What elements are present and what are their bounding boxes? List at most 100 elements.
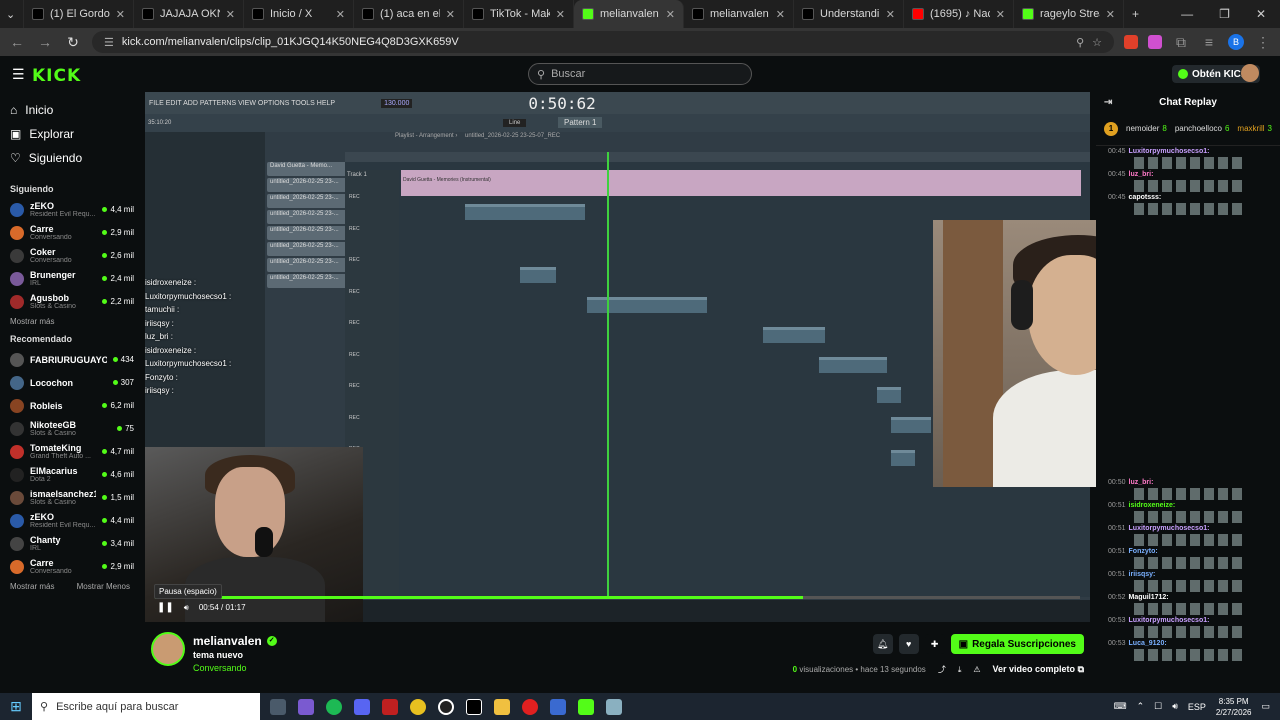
- search-input[interactable]: ⚲ Buscar: [528, 63, 752, 85]
- show-more-following[interactable]: Mostrar más: [0, 313, 140, 330]
- tab-close-icon[interactable]: ✕: [116, 8, 125, 21]
- network-icon[interactable]: ☐: [1154, 701, 1162, 712]
- pause-button[interactable]: ❚❚: [157, 602, 174, 613]
- keyboard-icon[interactable]: ⌨: [1114, 701, 1127, 712]
- channel-item[interactable]: Brunenger IRL 2,4 mil: [0, 267, 140, 290]
- capcut-icon[interactable]: [466, 698, 482, 715]
- chat-username[interactable]: Luxitorpymuchosecso1:: [1129, 525, 1210, 532]
- extension-icon[interactable]: [1124, 35, 1138, 49]
- tab-list-button[interactable]: ⌄: [0, 0, 24, 28]
- volume-icon[interactable]: 🔊︎: [1172, 701, 1178, 712]
- streamer-avatar[interactable]: [151, 632, 185, 666]
- browser-tab[interactable]: JAJAJA OKNO #fy ✕: [134, 0, 244, 28]
- opera-icon[interactable]: [522, 698, 538, 715]
- obs-icon[interactable]: [438, 698, 454, 715]
- chat-username[interactable]: Maguil1712:: [1129, 594, 1169, 601]
- channel-item[interactable]: Robleis 6,2 mil: [0, 394, 140, 417]
- hamburger-menu-icon[interactable]: ☰: [12, 66, 25, 83]
- app-icon[interactable]: [550, 698, 566, 715]
- tab-close-icon[interactable]: ✕: [996, 8, 1005, 21]
- discord-icon[interactable]: [354, 698, 370, 715]
- browser-menu-icon[interactable]: ⋮: [1254, 34, 1272, 51]
- channel-item[interactable]: FABRIURUGUAYO 434: [0, 348, 140, 371]
- windows-search-input[interactable]: ⚲ Escribe aquí para buscar: [32, 693, 260, 720]
- nav-inicio[interactable]: ⌂ Inicio: [0, 98, 140, 122]
- nav-siguiendo[interactable]: ♡ Siguiendo: [0, 146, 140, 170]
- back-icon[interactable]: ←: [8, 34, 26, 50]
- browser-tab[interactable]: melianvalen - ✕: [574, 0, 684, 28]
- chat-username[interactable]: capotsss:: [1129, 194, 1162, 201]
- extensions-puzzle-icon[interactable]: ⧉: [1172, 34, 1190, 51]
- channel-item[interactable]: Carre Conversando 2,9 mil: [0, 555, 140, 578]
- channel-item[interactable]: Agusbob Slots & Casino 2,2 mil: [0, 290, 140, 313]
- browser-tab[interactable]: melianvalen (@m ✕: [684, 0, 794, 28]
- report-icon[interactable]: ⚠: [973, 665, 980, 674]
- channel-item[interactable]: NikoteeGB Slots & Casino 75: [0, 417, 140, 440]
- minimize-icon[interactable]: —: [1181, 7, 1193, 21]
- clock[interactable]: 8:35 PM 2/27/2026: [1216, 696, 1252, 718]
- channel-item[interactable]: Chanty IRL 3,4 mil: [0, 532, 140, 555]
- browser-tab[interactable]: Understanding th ✕: [794, 0, 904, 28]
- channel-item[interactable]: zEKO Resident Evil Requ... 4,4 mil: [0, 509, 140, 532]
- collapse-chat-icon[interactable]: ⇥: [1104, 97, 1112, 108]
- tab-close-icon[interactable]: ✕: [776, 8, 785, 21]
- progress-bar[interactable]: [155, 596, 1080, 599]
- volume-icon[interactable]: 🔊︎: [184, 603, 189, 613]
- gift-icon-button[interactable]: ✚: [924, 634, 945, 654]
- full-video-link[interactable]: Ver video completo ⧉: [993, 664, 1084, 675]
- chat-username[interactable]: isidroxeneize:: [1129, 502, 1176, 509]
- gift-subscriptions-button[interactable]: ▣ Regala Suscripciones: [950, 634, 1084, 654]
- channel-item[interactable]: Coker Conversando 2,6 mil: [0, 244, 140, 267]
- zoom-icon[interactable]: ⚲: [1076, 36, 1084, 49]
- language-indicator[interactable]: ESP: [1188, 702, 1206, 712]
- channel-item[interactable]: Locochon 307: [0, 371, 140, 394]
- browser-tab[interactable]: rageylo Stream - ✕: [1014, 0, 1124, 28]
- tab-close-icon[interactable]: ✕: [1106, 8, 1115, 21]
- chat-username[interactable]: Luxitorpymuchosecso1:: [1129, 148, 1210, 155]
- reload-icon[interactable]: ↻: [64, 34, 82, 51]
- spotify-icon[interactable]: [326, 698, 342, 715]
- chat-username[interactable]: Fonzyto:: [1129, 548, 1158, 555]
- chat-username[interactable]: iriisqsy:: [1129, 571, 1156, 578]
- task-view-icon[interactable]: [270, 698, 286, 715]
- tab-close-icon[interactable]: ✕: [886, 8, 895, 21]
- copilot-icon[interactable]: [298, 698, 314, 715]
- download-icon[interactable]: ⤓: [958, 665, 962, 675]
- browser-tab[interactable]: (1) aca en el labur ✕: [354, 0, 464, 28]
- app-icon[interactable]: [382, 698, 398, 715]
- tab-close-icon[interactable]: ✕: [556, 8, 565, 21]
- show-more-recommended[interactable]: Mostrar más: [10, 582, 54, 591]
- tab-close-icon[interactable]: ✕: [446, 8, 455, 21]
- channel-item[interactable]: ElMacarius Dota 2 4,6 mil: [0, 463, 140, 486]
- follow-heart-button[interactable]: ♥: [898, 634, 919, 654]
- url-field[interactable]: ☰ kick.com/melianvalen/clips/clip_01KJGQ…: [92, 31, 1114, 53]
- channel-item[interactable]: zEKO Resident Evil Requ... 4,4 mil: [0, 198, 140, 221]
- profile-avatar[interactable]: B: [1228, 34, 1244, 50]
- browser-tab[interactable]: (1695) ♪ Nací Par ✕: [904, 0, 1014, 28]
- chat-username[interactable]: luz_bri:: [1129, 479, 1154, 486]
- close-icon[interactable]: ✕: [1256, 7, 1266, 21]
- chat-username[interactable]: Luca_9120:: [1129, 640, 1167, 647]
- channel-item[interactable]: Carre Conversando 2,9 mil: [0, 221, 140, 244]
- notifications-icon[interactable]: ▭: [1261, 701, 1270, 712]
- stream-category[interactable]: Conversando: [193, 663, 247, 673]
- file-explorer-icon[interactable]: [494, 698, 510, 715]
- browser-tab[interactable]: Inicio / X ✕: [244, 0, 354, 28]
- kick-logo[interactable]: KICK: [32, 66, 81, 86]
- chat-username[interactable]: Luxitorpymuchosecso1:: [1129, 617, 1210, 624]
- user-avatar[interactable]: [1241, 64, 1259, 82]
- app-icon[interactable]: [606, 698, 622, 715]
- channel-item[interactable]: TomateKing Grand Theft Auto ... 4,7 mil: [0, 440, 140, 463]
- tray-arrow-icon[interactable]: ⌃: [1137, 701, 1145, 712]
- new-tab-button[interactable]: +: [1124, 7, 1147, 21]
- notification-bell-button[interactable]: 🔔︎: [872, 634, 893, 654]
- media-control-icon[interactable]: ≡: [1200, 34, 1218, 50]
- maximize-icon[interactable]: ❐: [1219, 7, 1230, 21]
- site-info-icon[interactable]: ☰: [104, 36, 114, 49]
- extension-icon[interactable]: [1148, 35, 1162, 49]
- streamer-name[interactable]: melianvalen: [193, 634, 262, 648]
- nav-explorar[interactable]: ▣ Explorar: [0, 122, 140, 146]
- show-less-recommended[interactable]: Mostrar Menos: [77, 582, 130, 591]
- chrome-icon[interactable]: [410, 698, 426, 715]
- chat-username[interactable]: luz_bri:: [1129, 171, 1154, 178]
